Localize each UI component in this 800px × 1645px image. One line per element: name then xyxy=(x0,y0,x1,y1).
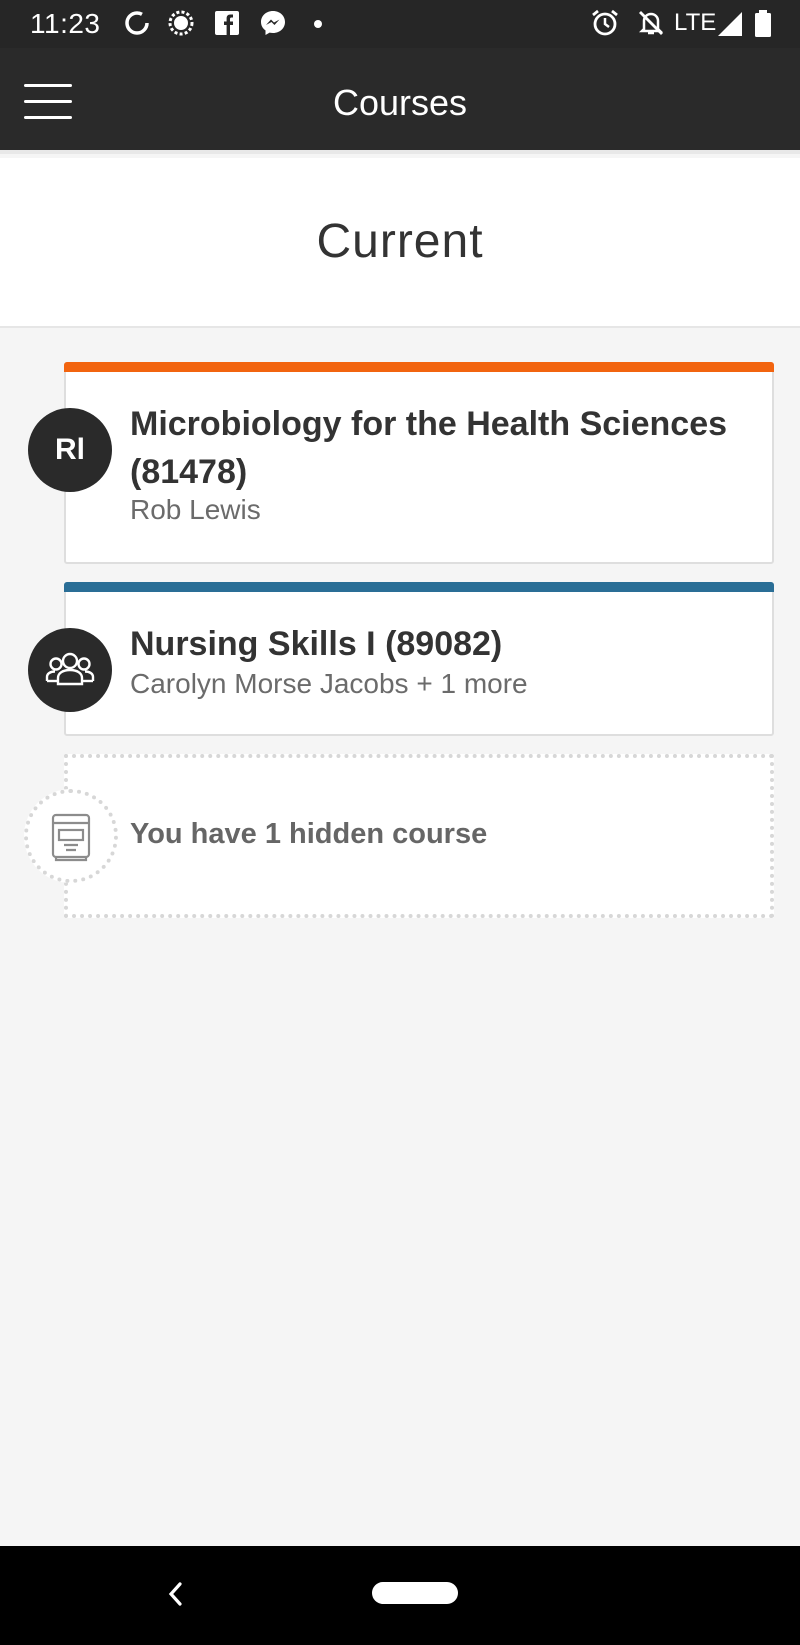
facebook-icon xyxy=(215,11,239,35)
course-card-nursing-skills[interactable]: Nursing Skills I (89082) Carolyn Morse J… xyxy=(64,582,774,736)
course-accent-bar xyxy=(64,362,774,372)
status-bar: 11:23 LTE xyxy=(0,0,800,48)
status-time: 11:23 xyxy=(30,8,101,39)
notifications-off-icon xyxy=(638,11,664,35)
messenger-icon xyxy=(261,11,285,35)
battery-icon xyxy=(755,10,771,37)
avatar-initials: Rl xyxy=(55,433,85,466)
group-icon xyxy=(28,628,112,712)
archive-book-icon xyxy=(24,789,118,883)
course-instructor: Rob Lewis xyxy=(130,494,261,525)
course-accent-bar xyxy=(64,582,774,592)
app-bar: Courses xyxy=(0,48,800,154)
section-header: Current xyxy=(0,158,800,328)
system-nav-bar xyxy=(0,1546,800,1645)
alarm-icon xyxy=(592,9,618,36)
home-pill-icon[interactable] xyxy=(372,1582,458,1604)
course-instructor: Carolyn Morse Jacobs + 1 more xyxy=(130,668,528,699)
signal-icon xyxy=(718,12,742,36)
hidden-courses-label[interactable]: You have 1 hidden course xyxy=(130,818,487,851)
section-title: Current xyxy=(316,215,484,268)
sync-icon xyxy=(125,11,149,35)
course-card-microbiology[interactable]: Microbiology for the Health Sciences (81… xyxy=(64,362,774,564)
back-chevron-icon[interactable] xyxy=(160,1574,190,1614)
avatar: Rl xyxy=(28,408,112,492)
network-type-label: LTE xyxy=(674,9,717,36)
course-title[interactable]: Nursing Skills I (89082) xyxy=(130,620,748,668)
course-title[interactable]: Microbiology for the Health Sciences (81… xyxy=(130,400,748,496)
settings-icon xyxy=(168,10,194,36)
page-title: Courses xyxy=(332,82,468,123)
notification-dot-icon xyxy=(314,20,322,28)
